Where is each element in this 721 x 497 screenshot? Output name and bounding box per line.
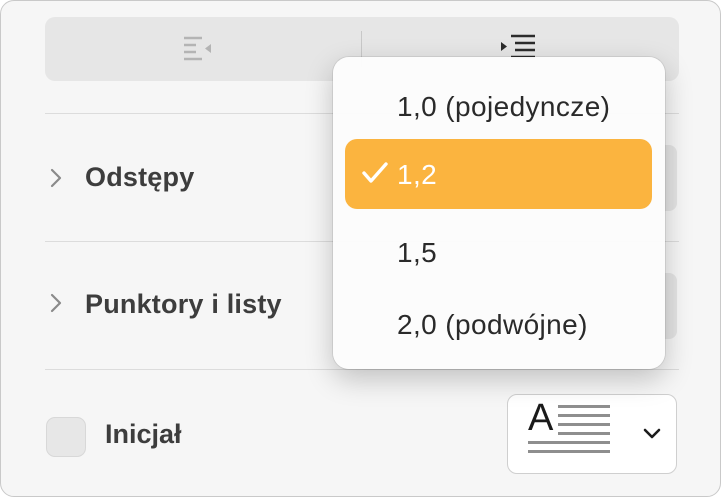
initial-checkbox[interactable]: [46, 417, 86, 457]
menu-item-label: 1,5: [397, 237, 438, 268]
line-spacing-menu: 1,0 (pojedyncze) 1,2 1,5 2,0 (podwójne): [333, 57, 665, 369]
section-label-bullets-lists: Punktory i listy: [85, 289, 282, 319]
chevron-right-icon[interactable]: [49, 293, 63, 313]
dropcap-preview-lines: [528, 405, 610, 453]
checkmark-icon: [362, 162, 388, 183]
format-panel: Odstępy Punktory i listy Inicjał A 1,0 (…: [0, 0, 721, 497]
menu-item-1-5[interactable]: 1,5: [345, 217, 652, 287]
initial-style-dropdown[interactable]: A: [507, 394, 677, 474]
chevron-down-icon: [643, 428, 661, 439]
menu-item-double[interactable]: 2,0 (podwójne): [345, 289, 652, 359]
initial-label: Inicjał: [105, 419, 182, 449]
decrease-indent-button[interactable]: [45, 17, 361, 81]
menu-item-label: 2,0 (podwójne): [397, 309, 588, 340]
menu-item-label: 1,2: [397, 159, 438, 190]
section-label-spacing: Odstępy: [85, 162, 195, 192]
divider: [45, 369, 679, 370]
menu-item-single[interactable]: 1,0 (pojedyncze): [345, 71, 652, 141]
menu-item-1-2[interactable]: 1,2: [345, 139, 652, 209]
menu-item-label: 1,0 (pojedyncze): [397, 91, 611, 122]
decrease-indent-icon: [184, 36, 211, 61]
chevron-right-icon[interactable]: [49, 168, 63, 188]
